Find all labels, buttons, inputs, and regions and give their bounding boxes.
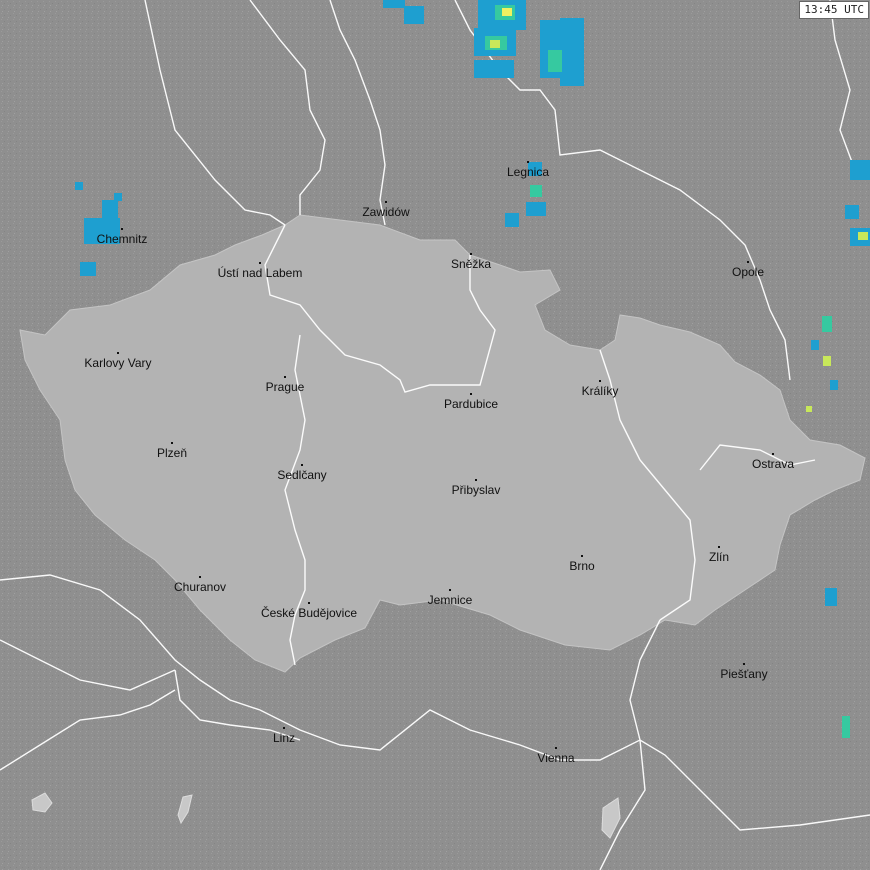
city-label: Zlín xyxy=(709,550,729,564)
city-dot xyxy=(284,376,286,378)
city-dot xyxy=(747,261,749,263)
city-dot xyxy=(772,453,774,455)
city-dot xyxy=(470,393,472,395)
city-label: Pardubice xyxy=(444,397,498,411)
radar-map[interactable]: Legnica Zawidów Chemnitz Ústí nad Labem Sněž… xyxy=(0,0,870,870)
city-label: Karlovy Vary xyxy=(84,356,151,370)
city-label: Ostrava xyxy=(752,457,794,471)
city-dot xyxy=(449,589,451,591)
city-label: Opole xyxy=(732,265,764,279)
city-dot xyxy=(121,228,123,230)
city-dot xyxy=(199,576,201,578)
city-label: Plzeň xyxy=(157,446,187,460)
city-label: Jemnice xyxy=(428,593,473,607)
city-label: Chemnitz xyxy=(97,232,148,246)
map-canvas: Legnica Zawidów Chemnitz Ústí nad Labem Sněž… xyxy=(0,0,870,870)
city-label: Linz xyxy=(273,731,295,745)
city-dot xyxy=(308,602,310,604)
timestamp-badge: 13:45 UTC xyxy=(799,1,869,19)
city-dot xyxy=(301,464,303,466)
city-label: České Budějovice xyxy=(261,605,357,620)
city-label: Prague xyxy=(266,380,305,394)
city-dot xyxy=(385,201,387,203)
city-dot xyxy=(555,747,557,749)
city-label: Vienna xyxy=(537,751,574,765)
city-label: Piešťany xyxy=(720,667,767,681)
city-label: Sněžka xyxy=(451,257,491,271)
city-label: Brno xyxy=(569,559,595,573)
city-label: Sedlčany xyxy=(277,468,326,482)
city-dot xyxy=(475,479,477,481)
city-label: Churanov xyxy=(174,580,226,594)
city-label: Ústí nad Labem xyxy=(218,265,303,280)
city-dot xyxy=(117,352,119,354)
city-dot xyxy=(527,161,529,163)
city-dot xyxy=(171,442,173,444)
city-dot xyxy=(743,663,745,665)
city-dot xyxy=(283,727,285,729)
city-dot xyxy=(599,380,601,382)
city-label: Přibyslav xyxy=(452,483,501,497)
city-dot xyxy=(581,555,583,557)
city-label: Králíky xyxy=(582,384,619,398)
city-dot xyxy=(259,262,261,264)
city-label: Legnica xyxy=(507,165,549,179)
city-dot xyxy=(718,546,720,548)
city-label: Zawidów xyxy=(362,205,410,219)
city-dot xyxy=(470,253,472,255)
